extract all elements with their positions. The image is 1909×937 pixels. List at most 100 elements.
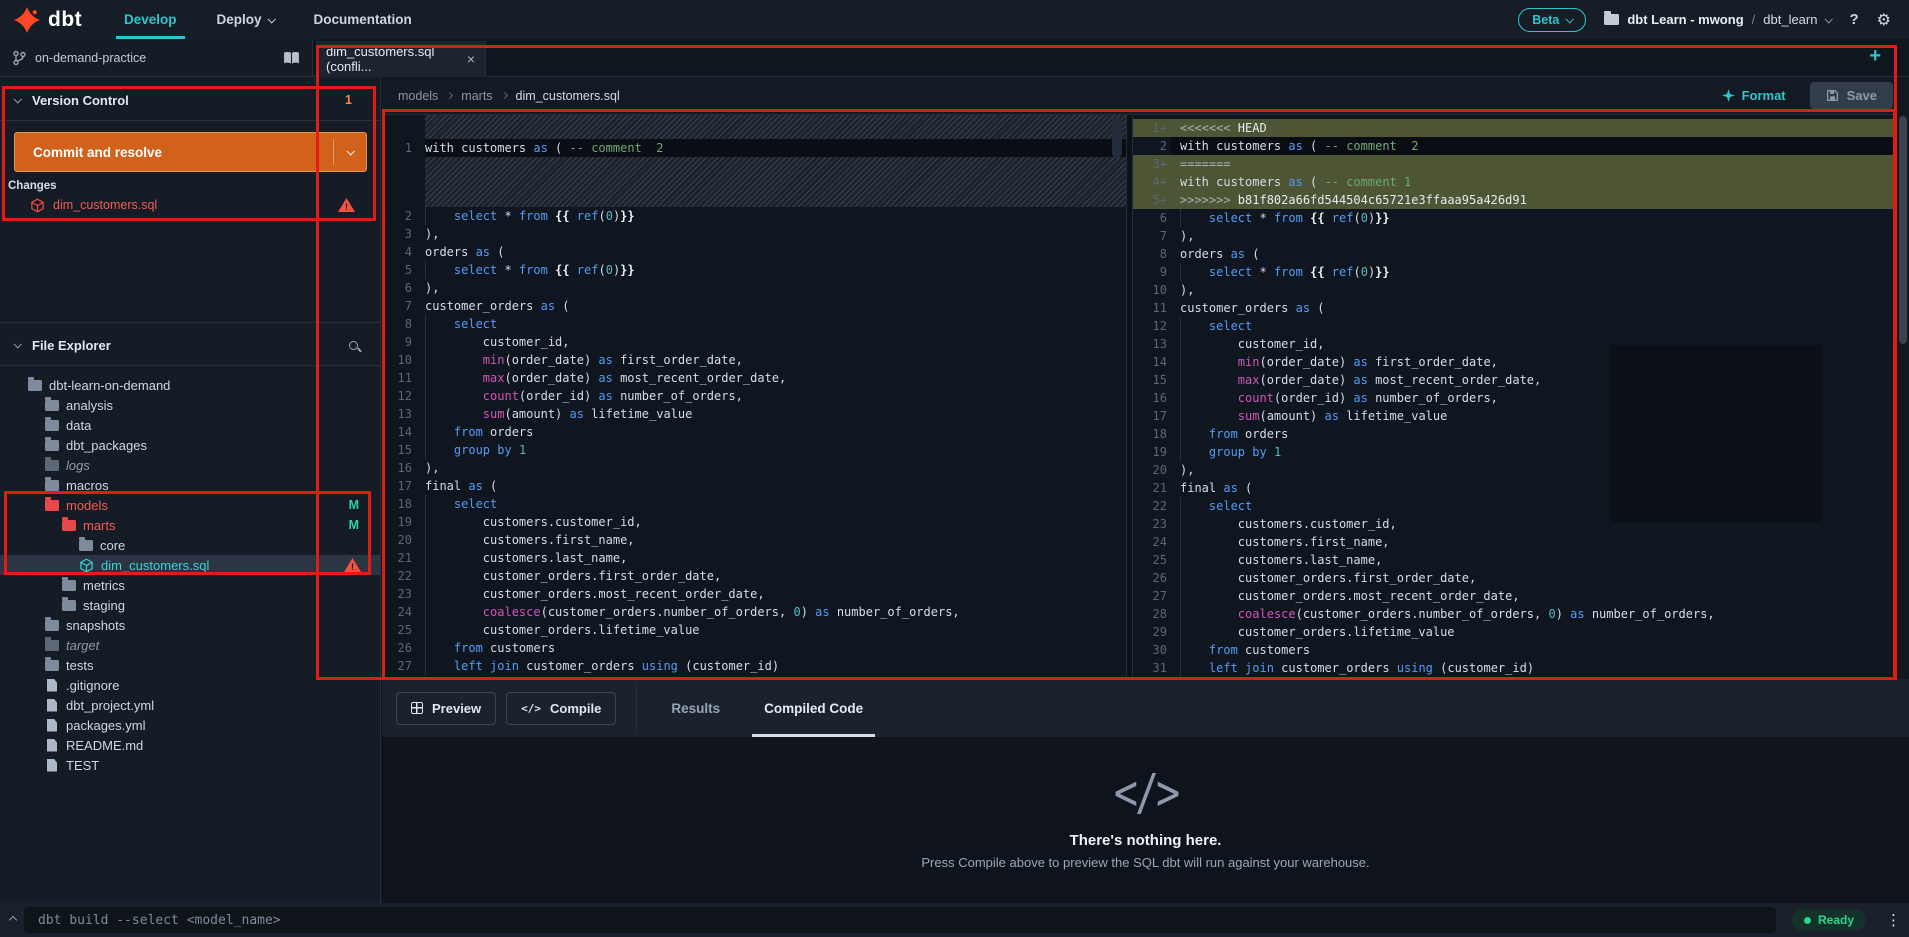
nav-label: Deploy (217, 12, 262, 27)
line-number: 24 (381, 603, 425, 621)
kebab-menu-icon[interactable]: ⋮ (1886, 911, 1901, 929)
folder-item-metrics[interactable]: metrics (0, 575, 381, 595)
version-control-header[interactable]: Version Control 1 (0, 83, 380, 117)
folder-item-snapshots[interactable]: snapshots (0, 615, 381, 635)
tab-results[interactable]: Results (649, 679, 742, 737)
folder-item-logs[interactable]: logs (0, 455, 381, 475)
file-icon (47, 679, 57, 692)
folder-item-dbt-packages[interactable]: dbt_packages (0, 435, 381, 455)
line-number: 12 (1133, 317, 1171, 335)
line-number: 18 (1133, 425, 1171, 443)
code-line: 23 customer_orders.most_recent_order_dat… (381, 585, 1126, 603)
folder-item-dbt-learn-on-demand[interactable]: dbt-learn-on-demand (0, 375, 381, 395)
nav-item-documentation[interactable]: Documentation (294, 0, 432, 39)
beta-dropdown[interactable]: Beta (1518, 8, 1586, 32)
format-button[interactable]: Format (1722, 88, 1786, 103)
commit-options-dropdown[interactable] (334, 149, 366, 155)
file-item-packages-yml[interactable]: packages.yml (0, 715, 381, 735)
breadcrumb-item[interactable]: marts (461, 89, 492, 103)
code-line: 7), (1133, 227, 1896, 245)
code-line: 17 final as ( (381, 477, 1126, 495)
search-icon[interactable] (349, 341, 358, 350)
folder-item-data[interactable]: data (0, 415, 381, 435)
line-number: 11 (381, 369, 425, 387)
code-line: 14 from orders (381, 423, 1126, 441)
compile-button[interactable]: </> Compile (506, 692, 616, 725)
divider (0, 120, 380, 121)
code-line: 10 min(order_date) as first_order_date, (381, 351, 1126, 369)
folder-item-macros[interactable]: macros (0, 475, 381, 495)
add-tab-button[interactable]: + (1869, 45, 1881, 68)
line-number: 14 (381, 423, 425, 441)
folder-item-target[interactable]: target (0, 635, 381, 655)
folder-item-models[interactable]: models M (0, 495, 381, 515)
breadcrumb-item[interactable]: dim_customers.sql (516, 89, 620, 103)
breadcrumb-item[interactable]: models (398, 89, 438, 103)
save-button[interactable]: Save (1810, 82, 1893, 109)
code-line: 7 customer_orders as ( (381, 297, 1126, 315)
code-line: 24 coalesce(customer_orders.number_of_or… (381, 603, 1126, 621)
folder-item-staging[interactable]: staging (0, 595, 381, 615)
tab-compiled-code[interactable]: Compiled Code (742, 679, 885, 737)
folder-icon (79, 540, 93, 551)
nav-item-deploy[interactable]: Deploy (197, 0, 294, 39)
chevron-right-icon (446, 92, 453, 99)
help-icon[interactable]: ? (1849, 11, 1858, 28)
line-number: 4+ (1133, 173, 1171, 191)
tree-item-label: models (66, 498, 381, 513)
file-item-readme-md[interactable]: README.md (0, 735, 381, 755)
line-number: 5+ (1133, 191, 1171, 209)
line-number: 7 (1133, 227, 1171, 245)
account-project-selector[interactable]: dbt Learn - mwong / dbt_learn (1604, 12, 1831, 27)
commit-and-resolve-button[interactable]: Commit and resolve (14, 132, 367, 172)
branch-selector[interactable]: on-demand-practice (35, 51, 274, 65)
file-explorer-header[interactable]: File Explorer (0, 328, 380, 362)
breadcrumb-separator: / (1752, 12, 1756, 27)
gear-icon[interactable]: ⚙ (1877, 10, 1891, 30)
tab-dim-customers[interactable]: dim_customers.sql (confli... × (316, 41, 486, 77)
tree-item-label: dbt_project.yml (66, 698, 381, 713)
changed-file-row[interactable]: dim_customers.sql (0, 194, 381, 216)
code-line: 22 customer_orders.first_order_date, (381, 567, 1126, 585)
editor-scrollbar-thumb[interactable] (1112, 118, 1122, 158)
top-navbar: dbt Develop Deploy Documentation Beta dbt … (0, 0, 1909, 39)
file-item-dbt-project-yml[interactable]: dbt_project.yml (0, 695, 381, 715)
code-line: 27 customer_orders.most_recent_order_dat… (1133, 587, 1896, 605)
nav-item-develop[interactable]: Develop (104, 0, 197, 39)
tree-item-label: marts (83, 518, 381, 533)
command-input[interactable] (24, 907, 1776, 933)
code-line: 6), (381, 279, 1126, 297)
folder-item-dim-customers-sql[interactable]: dim_customers.sql (0, 555, 381, 575)
folder-item-marts[interactable]: marts M (0, 515, 381, 535)
folder-item-analysis[interactable]: analysis (0, 395, 381, 415)
tree-item-label: target (66, 638, 381, 653)
chevron-up-icon[interactable] (9, 916, 17, 924)
close-icon[interactable]: × (467, 51, 475, 67)
account-name: dbt Learn - mwong (1627, 12, 1743, 27)
project-name: dbt_learn (1763, 12, 1817, 27)
code-line: 29 customer_orders.lifetime_value (1133, 623, 1896, 641)
editor-pane-local[interactable]: 1 with customers as ( -- comment 2 2 selec… (381, 115, 1126, 679)
line-number: 20 (381, 531, 425, 549)
file-item--gitignore[interactable]: .gitignore (0, 675, 381, 695)
file-icon (47, 699, 57, 712)
editor-actions: Format Save (1722, 82, 1893, 109)
code-line: 3+ ======= (1133, 155, 1896, 173)
code-line: 2 select * from {{ ref(0)}} (381, 207, 1126, 225)
folder-item-core[interactable]: core (0, 535, 381, 555)
folder-item-tests[interactable]: tests (0, 655, 381, 675)
pane-divider[interactable] (1126, 115, 1133, 679)
file-item-test[interactable]: TEST (0, 755, 381, 775)
chevron-down-icon (13, 340, 21, 348)
overlay-box (1610, 345, 1822, 523)
dbt-logo[interactable]: dbt (14, 7, 104, 33)
preview-button[interactable]: Preview (396, 692, 496, 725)
page-scrollbar-thumb[interactable] (1899, 116, 1907, 344)
line-number: 26 (1133, 569, 1171, 587)
docs-book-icon[interactable] (283, 51, 300, 65)
line-number: 16 (1133, 389, 1171, 407)
dbt-ide-window: dbt Develop Deploy Documentation Beta dbt … (0, 0, 1909, 937)
tree-item-label: dbt_packages (66, 438, 381, 453)
code-line: 15 group by 1 (381, 441, 1126, 459)
line-number: 11 (1133, 299, 1171, 317)
